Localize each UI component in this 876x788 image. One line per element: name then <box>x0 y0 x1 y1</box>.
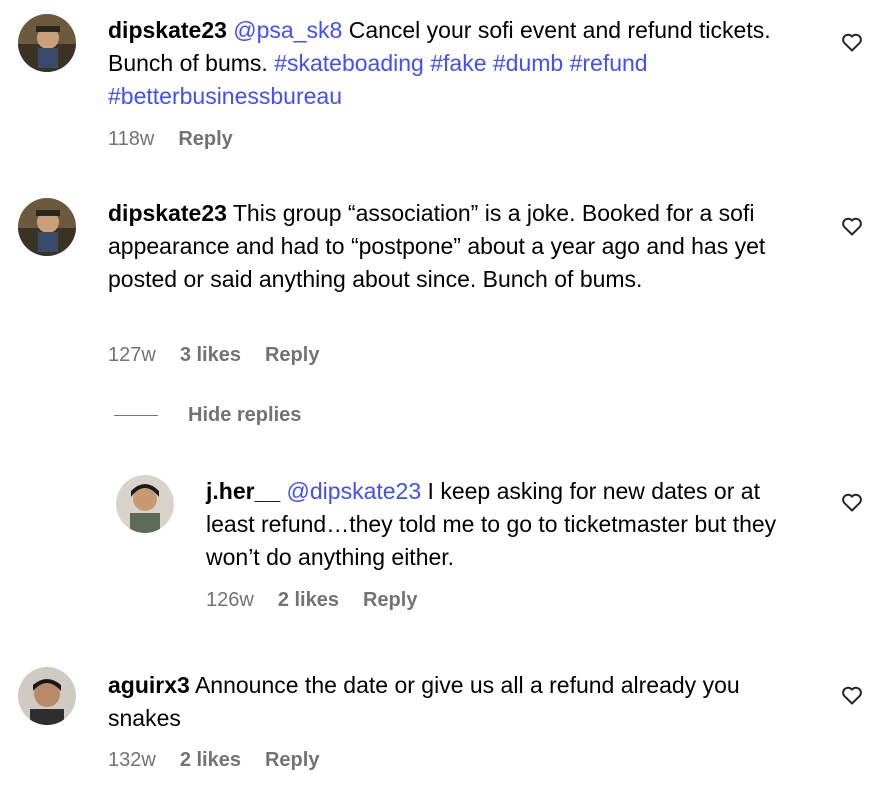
comment-time[interactable]: 127w <box>108 344 156 367</box>
reply-button[interactable]: Reply <box>265 344 319 367</box>
likes-count[interactable]: 2 likes <box>180 749 241 772</box>
comment-username[interactable]: j.her__ <box>206 478 280 504</box>
comment-text: j.her__ @dipskate23 I keep asking for ne… <box>206 475 806 574</box>
hide-replies-button[interactable]: Hide replies <box>114 404 301 427</box>
likes-count[interactable]: 3 likes <box>180 344 241 367</box>
heart-outline-icon[interactable] <box>840 490 864 514</box>
comment-time[interactable]: 132w <box>108 749 156 772</box>
avatar[interactable] <box>18 14 76 72</box>
comment-username[interactable]: aguirx3 <box>108 672 190 698</box>
hashtag-link[interactable]: #refund <box>570 50 648 76</box>
comment-username[interactable]: dipskate23 <box>108 200 227 226</box>
avatar[interactable] <box>18 667 76 725</box>
heart-outline-icon[interactable] <box>840 683 864 707</box>
comment-body: Announce the date or give us all a refun… <box>108 672 740 731</box>
hide-replies-label: Hide replies <box>188 404 302 426</box>
comment-meta: 118w Reply <box>108 128 257 151</box>
hashtag-link[interactable]: #dumb <box>493 50 563 76</box>
mention-link[interactable]: @dipskate23 <box>287 478 422 504</box>
comment-text: aguirx3 Announce the date or give us all… <box>108 669 808 735</box>
heart-outline-icon[interactable] <box>840 30 864 54</box>
likes-count[interactable]: 2 likes <box>278 589 339 612</box>
comment-time[interactable]: 118w <box>108 128 154 151</box>
comment-meta: 126w 2 likes Reply <box>206 589 441 612</box>
hashtag-link[interactable]: #fake <box>430 50 486 76</box>
comment-username[interactable]: dipskate23 <box>108 17 227 43</box>
hashtag-link[interactable]: #betterbusinessbureau <box>108 83 342 109</box>
hashtag-link[interactable]: #skateboading <box>274 50 424 76</box>
comment-text: dipskate23 This group “association” is a… <box>108 197 798 296</box>
avatar[interactable] <box>18 198 76 256</box>
divider <box>114 415 158 416</box>
comment-meta: 127w 3 likes Reply <box>108 344 343 367</box>
comment-meta: 132w 2 likes Reply <box>108 749 343 772</box>
reply-button[interactable]: Reply <box>265 749 319 772</box>
comment-time[interactable]: 126w <box>206 589 254 612</box>
reply-button[interactable]: Reply <box>178 128 232 151</box>
heart-outline-icon[interactable] <box>840 214 864 238</box>
mention-link[interactable]: @psa_sk8 <box>233 17 342 43</box>
reply-button[interactable]: Reply <box>363 589 417 612</box>
avatar[interactable] <box>116 475 174 533</box>
comment-text: dipskate23 @psa_sk8 Cancel your sofi eve… <box>108 14 808 113</box>
